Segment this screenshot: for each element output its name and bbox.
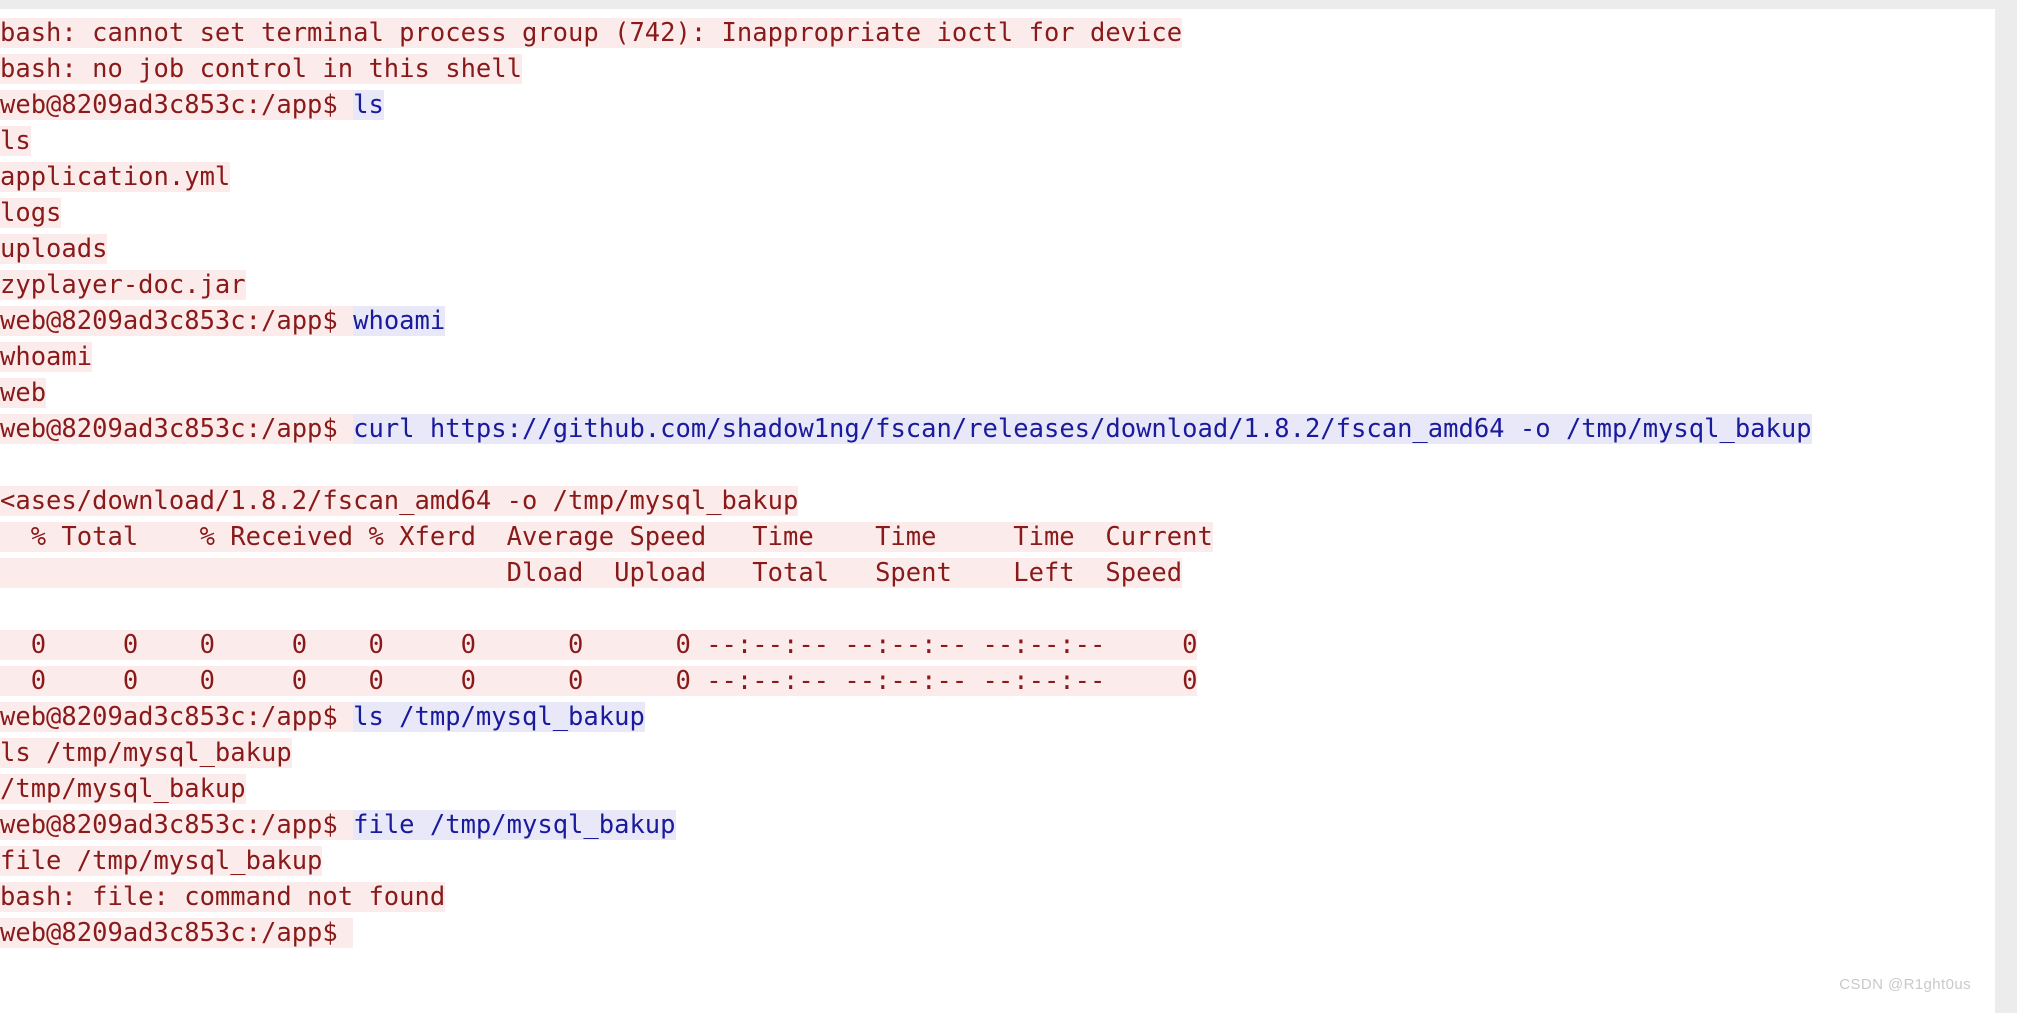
ls-entry-uploads: uploads (0, 231, 1995, 267)
terminal-output-text: <ases/download/1.8.2/fscan_amd64 -o /tmp… (0, 486, 799, 516)
whoami-result: web (0, 375, 1995, 411)
echo-whoami: whoami (0, 339, 1995, 375)
terminal-output-text: /tmp/mysql_bakup (0, 774, 246, 804)
prompt-whoami: web@8209ad3c853c:/app$ whoami (0, 303, 1995, 339)
terminal-command-text: curl https://github.com/shadow1ng/fscan/… (353, 414, 1812, 444)
terminal-surface[interactable]: bash: cannot set terminal process group … (0, 9, 1995, 1013)
ls-entry-zyplayer-doc-jar: zyplayer-doc.jar (0, 267, 1995, 303)
curl-progress-data-row-2: 0 0 0 0 0 0 0 0 --:--:-- --:--:-- --:--:… (0, 663, 1995, 699)
ls-entry-logs: logs (0, 195, 1995, 231)
blank-line-after-curl (0, 447, 1995, 483)
terminal-output-text: logs (0, 198, 62, 228)
terminal-prompt: web@8209ad3c853c:/app$ (0, 918, 354, 948)
terminal-output-text: uploads (0, 234, 108, 264)
terminal-output-text: Dload Upload Total Spent Left Speed (0, 558, 1183, 588)
echo-ls-tmp: ls /tmp/mysql_bakup (0, 735, 1995, 771)
blank-line-after-header (0, 591, 1995, 627)
terminal-prompt: web@8209ad3c853c:/app$ (0, 90, 354, 120)
ls-tmp-result: /tmp/mysql_bakup (0, 771, 1995, 807)
echo-ls: ls (0, 123, 1995, 159)
prompt-file-tmp: web@8209ad3c853c:/app$ file /tmp/mysql_b… (0, 807, 1995, 843)
terminal-command-text: ls (353, 90, 384, 120)
prompt-idle: web@8209ad3c853c:/app$ (0, 915, 1995, 951)
terminal-output-text: 0 0 0 0 0 0 0 0 --:--:-- --:--:-- --:--:… (0, 666, 1198, 696)
terminal-output-text: zyplayer-doc.jar (0, 270, 246, 300)
terminal-output-text: 0 0 0 0 0 0 0 0 --:--:-- --:--:-- --:--:… (0, 630, 1198, 660)
terminal-prompt: web@8209ad3c853c:/app$ (0, 702, 354, 732)
terminal-output-text: % Total % Received % Xferd Average Speed… (0, 522, 1213, 552)
curl-progress-header-row-2: Dload Upload Total Spent Left Speed (0, 555, 1995, 591)
terminal-output-text: whoami (0, 342, 93, 372)
terminal-blank (0, 594, 15, 624)
echo-curl-wrapped: <ases/download/1.8.2/fscan_amd64 -o /tmp… (0, 483, 1995, 519)
curl-progress-data-row-1: 0 0 0 0 0 0 0 0 --:--:-- --:--:-- --:--:… (0, 627, 1995, 663)
stderr-file-command-not-found: bash: file: command not found (0, 879, 1995, 915)
echo-file-tmp: file /tmp/mysql_bakup (0, 843, 1995, 879)
prompt-ls: web@8209ad3c853c:/app$ ls (0, 87, 1995, 123)
prompt-ls-tmp: web@8209ad3c853c:/app$ ls /tmp/mysql_bak… (0, 699, 1995, 735)
terminal-prompt: web@8209ad3c853c:/app$ (0, 306, 354, 336)
stderr-no-terminal-process-group: bash: cannot set terminal process group … (0, 15, 1995, 51)
terminal-output-text: file /tmp/mysql_bakup (0, 846, 323, 876)
ls-entry-application-yml: application.yml (0, 159, 1995, 195)
terminal-prompt: web@8209ad3c853c:/app$ (0, 810, 354, 840)
terminal-output[interactable]: bash: cannot set terminal process group … (0, 15, 1995, 951)
terminal-command-text: file /tmp/mysql_bakup (353, 810, 676, 840)
terminal-output-text: ls (0, 126, 31, 156)
terminal-command-text: whoami (353, 306, 446, 336)
prompt-curl: web@8209ad3c853c:/app$ curl https://gith… (0, 411, 1995, 447)
curl-progress-header-row-1: % Total % Received % Xferd Average Speed… (0, 519, 1995, 555)
terminal-output-text: web (0, 378, 47, 408)
terminal-prompt: web@8209ad3c853c:/app$ (0, 414, 354, 444)
terminal-output-text: ls /tmp/mysql_bakup (0, 738, 292, 768)
terminal-output-text: application.yml (0, 162, 231, 192)
terminal-output-text: bash: no job control in this shell (0, 54, 522, 84)
terminal-command-text: ls /tmp/mysql_bakup (353, 702, 645, 732)
terminal-output-text: bash: cannot set terminal process group … (0, 18, 1183, 48)
terminal-blank (0, 450, 15, 480)
stderr-no-job-control: bash: no job control in this shell (0, 51, 1995, 87)
watermark: CSDN @R1ght0us (1839, 976, 1971, 993)
terminal-output-text: bash: file: command not found (0, 882, 446, 912)
